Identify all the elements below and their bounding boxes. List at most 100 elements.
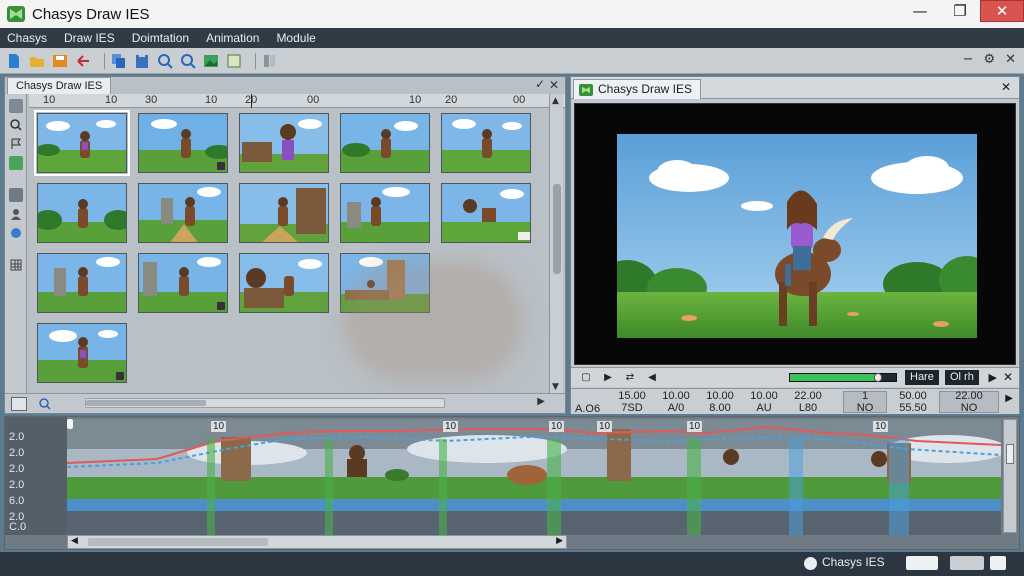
frame-thumbnail[interactable] — [138, 253, 228, 313]
scroll-left-icon[interactable]: ◀ — [71, 536, 78, 546]
sound-icon[interactable]: ◀ — [645, 372, 659, 384]
status-close[interactable] — [990, 556, 1006, 570]
frames-panel-tab[interactable]: Chasys Draw IES — [7, 77, 112, 94]
zoom-out-icon[interactable] — [180, 53, 196, 69]
flag-icon[interactable] — [9, 137, 23, 151]
maximize-button[interactable]: ❐ — [940, 0, 980, 22]
frame-thumbnail[interactable] — [340, 183, 430, 243]
ruler-label: 10 — [205, 94, 218, 106]
scroll-right-icon[interactable]: ▶ — [556, 536, 563, 546]
scroll-thumb[interactable] — [88, 538, 268, 546]
image-icon[interactable] — [203, 53, 219, 69]
scroll-thumb[interactable] — [86, 400, 206, 406]
toolbar-settings-icon[interactable]: ⚙ — [983, 52, 995, 67]
frames-horizontal-scrollbar[interactable] — [85, 398, 445, 408]
status-toggle[interactable] — [906, 556, 938, 570]
document-icon[interactable] — [9, 188, 23, 202]
user-icon[interactable] — [9, 207, 23, 221]
scroll-right-icon[interactable]: ▶ — [537, 396, 545, 407]
frames-vertical-scrollbar[interactable]: ▲ ▼ — [549, 94, 563, 394]
title-bar: Chasys Draw IES — ❐ ✕ — [0, 0, 1024, 28]
scroll-thumb[interactable] — [553, 184, 561, 274]
timeline-track-label: 2.0 — [9, 447, 25, 459]
preview-close-icon[interactable]: ✕ — [1001, 80, 1011, 94]
scroll-down-icon[interactable]: ▼ — [552, 382, 559, 392]
timeline-vertical-scrollbar[interactable] — [1003, 419, 1017, 533]
preview-header: Chasys Draw IES ✕ — [571, 77, 1019, 99]
frame-thumbnail[interactable] — [37, 253, 127, 313]
toolbar-close-icon[interactable]: ✕ — [1005, 52, 1016, 67]
frames-icon[interactable] — [262, 53, 278, 69]
readout-cell: 1 NO — [843, 390, 887, 414]
toolbar-minimize-icon[interactable]: − — [963, 52, 974, 67]
paste-icon[interactable] — [134, 53, 150, 69]
menu-doimtation[interactable]: Doimtation — [132, 31, 189, 45]
frame-thumbnail[interactable] — [37, 183, 127, 243]
zoom-dropdown-icon[interactable] — [33, 397, 57, 411]
save-icon[interactable] — [52, 53, 68, 69]
play-icon[interactable]: ▶ — [601, 372, 615, 384]
readout-cell: 15.00 7SD — [611, 390, 653, 414]
menu-draw-ies[interactable]: Draw IES — [64, 31, 115, 45]
readout-value: 22.00 — [794, 390, 822, 402]
menu-chasys[interactable]: Chasys — [7, 31, 47, 45]
timeline-track-label: 2.0 — [9, 479, 25, 491]
controls-close-icon[interactable]: ✕ — [1003, 370, 1013, 384]
readout-value: 8.00 — [709, 402, 731, 414]
frame-thumbnail[interactable] — [37, 323, 127, 383]
frame-thumbnail[interactable] — [239, 183, 329, 243]
close-button[interactable]: ✕ — [980, 0, 1024, 22]
status-slider[interactable] — [950, 556, 984, 570]
open-folder-icon[interactable] — [29, 53, 45, 69]
progress-knob[interactable] — [874, 373, 882, 382]
panel-close-icon[interactable]: ✕ — [549, 78, 559, 92]
pin-icon[interactable]: ✓ — [535, 77, 545, 91]
timeline-labels: 2.0 2.0 2.0 2.0 6.0 2.0 C.0 — [5, 417, 67, 535]
copy-icon[interactable] — [111, 53, 127, 69]
preview-tab[interactable]: Chasys Draw IES — [573, 79, 702, 99]
preview-canvas[interactable] — [574, 103, 1016, 365]
frame-box-icon[interactable]: ▢ — [579, 372, 593, 384]
toolbar-separator — [104, 52, 105, 69]
frame-thumbnail[interactable] — [239, 253, 329, 313]
globe-icon[interactable] — [9, 226, 23, 240]
timeline-horizontal-scrollbar[interactable]: ◀ ▶ — [67, 535, 567, 549]
readout-left-bottom: A.O6 — [575, 403, 601, 415]
layers-icon[interactable] — [9, 99, 23, 113]
playback-progress-bar[interactable] — [789, 373, 897, 382]
frame-thumbnail[interactable] — [34, 110, 130, 176]
paint-icon[interactable] — [9, 156, 23, 170]
blurred-overlay — [343, 261, 523, 381]
minimize-button[interactable]: — — [900, 0, 940, 22]
timeline-track[interactable]: 10 10 10 10 10 10 — [67, 419, 1001, 535]
frame-thumbnail[interactable] — [138, 113, 228, 173]
scroll-up-icon[interactable]: ▲ — [552, 96, 559, 106]
undo-icon[interactable] — [75, 53, 91, 69]
next-frame-icon[interactable]: ▶ — [989, 371, 997, 384]
new-file-icon[interactable] — [6, 53, 22, 69]
zoom-in-icon[interactable] — [157, 53, 173, 69]
timeline-track-label: 2.0 — [9, 463, 25, 475]
canvas-icon[interactable] — [226, 53, 242, 69]
grid-icon[interactable] — [9, 258, 23, 272]
frame-thumbnail[interactable] — [138, 183, 228, 243]
preview-tab-label: Chasys Draw IES — [598, 82, 693, 96]
readout-value: 10.00 — [750, 390, 778, 402]
loop-icon[interactable]: ⇄ — [623, 372, 637, 384]
frames-ruler: 10 10 30 10 20 00 10 20 00 — [29, 94, 565, 108]
search-icon[interactable] — [9, 118, 23, 132]
timeline-playhead[interactable] — [67, 419, 73, 429]
frame-thumbnail[interactable] — [340, 113, 430, 173]
menu-animation[interactable]: Animation — [206, 31, 259, 45]
frame-thumbnail[interactable] — [441, 183, 531, 243]
readout-value: 50.00 — [899, 390, 927, 402]
frame-thumbnail[interactable] — [441, 113, 531, 173]
frame-thumbnail[interactable] — [239, 113, 329, 173]
fit-view-icon[interactable] — [11, 396, 27, 411]
readout-scroll-arrow[interactable]: ▶ — [1005, 393, 1013, 404]
menu-module[interactable]: Module — [276, 31, 315, 45]
playhead-marker[interactable] — [251, 94, 252, 108]
scroll-thumb[interactable] — [1006, 444, 1014, 464]
